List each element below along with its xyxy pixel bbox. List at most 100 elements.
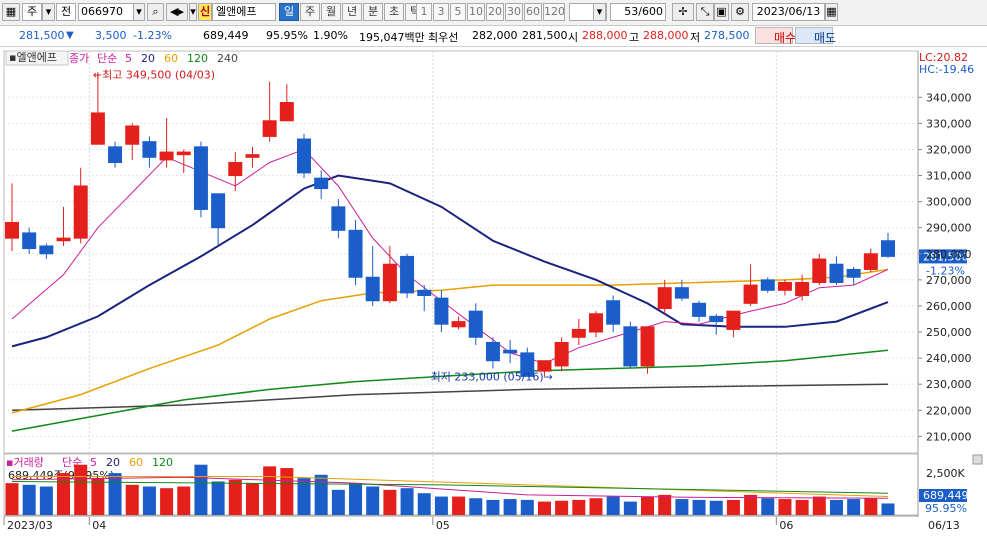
candle-body bbox=[108, 146, 123, 163]
candle-body bbox=[5, 221, 19, 239]
tab-period-1[interactable]: 주 bbox=[300, 3, 320, 21]
volume-bar bbox=[641, 496, 655, 515]
candle[interactable] bbox=[297, 133, 311, 179]
quote-price: 281,500 bbox=[19, 29, 65, 42]
calendar-icon[interactable]: ▦ bbox=[825, 3, 838, 21]
volume-bar bbox=[228, 479, 242, 515]
tab-interval-5[interactable]: 5 bbox=[450, 3, 466, 21]
volume-bar bbox=[520, 499, 534, 515]
sell-button[interactable]: 매도 bbox=[795, 27, 836, 45]
candle[interactable] bbox=[623, 321, 638, 369]
candle-body bbox=[176, 151, 191, 156]
volume-legend-120: 120 bbox=[152, 456, 173, 469]
chevron-down-icon[interactable]: ▾ bbox=[593, 3, 606, 21]
candle-body bbox=[743, 284, 758, 304]
candle-body bbox=[863, 253, 878, 270]
high-value: 288,000 bbox=[643, 29, 689, 42]
tab-interval-20[interactable]: 20 bbox=[486, 3, 504, 21]
date-input[interactable]: 2023/06/13 bbox=[752, 3, 825, 21]
candle[interactable] bbox=[554, 337, 569, 372]
stock-name-field[interactable]: 엘앤에프 bbox=[212, 3, 276, 21]
candle-body bbox=[589, 313, 603, 333]
count-input[interactable]: 53/600 bbox=[610, 3, 666, 21]
volume-bar bbox=[22, 484, 36, 515]
legend-ma-120: 120 bbox=[187, 52, 208, 65]
volume-bar bbox=[537, 501, 551, 515]
chevron-down-icon[interactable]: ▾ bbox=[189, 3, 197, 21]
gear-icon[interactable]: ⚙ bbox=[731, 3, 749, 21]
chevron-down-icon[interactable]: ▾ bbox=[42, 3, 55, 21]
tab-interval-60[interactable]: 60 bbox=[524, 3, 542, 21]
volume-bar bbox=[829, 499, 843, 515]
market-label: 주 bbox=[26, 5, 38, 18]
quote-amount: 195,047백만 bbox=[359, 31, 425, 44]
volume-bar bbox=[692, 499, 706, 515]
candle-body bbox=[262, 120, 277, 137]
candle-body bbox=[623, 326, 638, 367]
tab-interval-3[interactable]: 3 bbox=[433, 3, 449, 21]
tab-interval-30[interactable]: 30 bbox=[505, 3, 523, 21]
volume-bar bbox=[91, 478, 105, 515]
volume-bar bbox=[400, 488, 414, 515]
candle[interactable] bbox=[760, 277, 775, 293]
volume-legend-60: 60 bbox=[129, 456, 143, 469]
legend-stock-name: ▪엘앤에프 bbox=[9, 51, 57, 64]
volume-bar bbox=[469, 498, 483, 515]
best-ask: 282,000 bbox=[472, 29, 518, 42]
legend-ma-5: 5 bbox=[125, 52, 132, 65]
candle[interactable] bbox=[193, 141, 208, 218]
y-tick-label: 280,000 bbox=[926, 248, 972, 261]
mode-select[interactable]: 전 bbox=[56, 3, 76, 21]
quote-turnover: 1.90% bbox=[313, 29, 348, 42]
volume-tick-label: 2,500K bbox=[926, 467, 965, 480]
best-label: 최우선 bbox=[428, 31, 459, 44]
panel-collapse-icon[interactable] bbox=[972, 454, 983, 465]
chart-tool-icon[interactable]: ⤡ bbox=[696, 3, 714, 21]
volume-legend-5: 5 bbox=[90, 456, 97, 469]
mode-label: 전 bbox=[60, 5, 72, 18]
search-icon[interactable]: ⌕ bbox=[147, 3, 164, 21]
tab-interval-120[interactable]: 120 bbox=[543, 3, 565, 21]
quote-vol-ratio: 95.95% bbox=[266, 29, 308, 42]
tab-period-3[interactable]: 년 bbox=[342, 3, 362, 21]
volume-bar bbox=[589, 498, 603, 515]
volume-bar bbox=[39, 486, 53, 515]
speaker-icon[interactable]: ◀▸ bbox=[166, 3, 188, 21]
volume-tag: 689,449 bbox=[923, 489, 969, 502]
tab-interval-1[interactable]: 1 bbox=[416, 3, 432, 21]
candle-body bbox=[142, 141, 157, 158]
open-label: 시 bbox=[568, 31, 579, 44]
price-chart[interactable]: ▪엘앤에프 종가 단순 5 20 60 120 240 LC:20.82HC:-19.46 ←최… bbox=[0, 47, 987, 539]
toolbar: ▦ 주 ▾ 전 066970 ▾ ⌕ ◀▸ ▾ 신 엘앤에프 일주월년분초틱 1… bbox=[0, 0, 987, 26]
tab-period-0[interactable]: 일 bbox=[279, 3, 299, 21]
tab-interval-10[interactable]: 10 bbox=[467, 3, 485, 21]
candle-body bbox=[193, 146, 208, 210]
volume-bar bbox=[5, 483, 19, 515]
volume-bar bbox=[177, 486, 191, 515]
grid-icon[interactable]: ▦ bbox=[2, 3, 20, 21]
volume-bar bbox=[142, 486, 156, 515]
y-tick-label: 270,000 bbox=[926, 274, 972, 287]
x-tick-label: 06 bbox=[779, 519, 793, 532]
candle-body bbox=[554, 341, 569, 367]
volume-legend-label: ▪거래량 bbox=[6, 456, 44, 469]
volume-bar bbox=[795, 499, 809, 515]
save-icon[interactable]: ▣ bbox=[714, 3, 729, 21]
volume-bar bbox=[606, 496, 620, 515]
candle-body bbox=[606, 300, 621, 325]
tab-period-4[interactable]: 분 bbox=[363, 3, 383, 21]
tab-period-5[interactable]: 초 bbox=[384, 3, 404, 21]
buy-button[interactable]: 매수 bbox=[755, 27, 796, 45]
low-label: 저 bbox=[690, 31, 701, 44]
volume-pct-tag: 95.95% bbox=[925, 502, 967, 515]
candle-body bbox=[297, 138, 311, 174]
candle[interactable] bbox=[400, 253, 415, 299]
candle-body bbox=[451, 321, 466, 328]
candle-body bbox=[314, 177, 329, 190]
tab-period-2[interactable]: 월 bbox=[321, 3, 341, 21]
market-select[interactable]: 주 bbox=[22, 3, 42, 21]
candle-body bbox=[382, 263, 397, 302]
volume-bar bbox=[366, 486, 380, 515]
crosshair-icon[interactable]: ✢ bbox=[672, 3, 694, 21]
chevron-down-icon[interactable]: ▾ bbox=[133, 3, 145, 21]
